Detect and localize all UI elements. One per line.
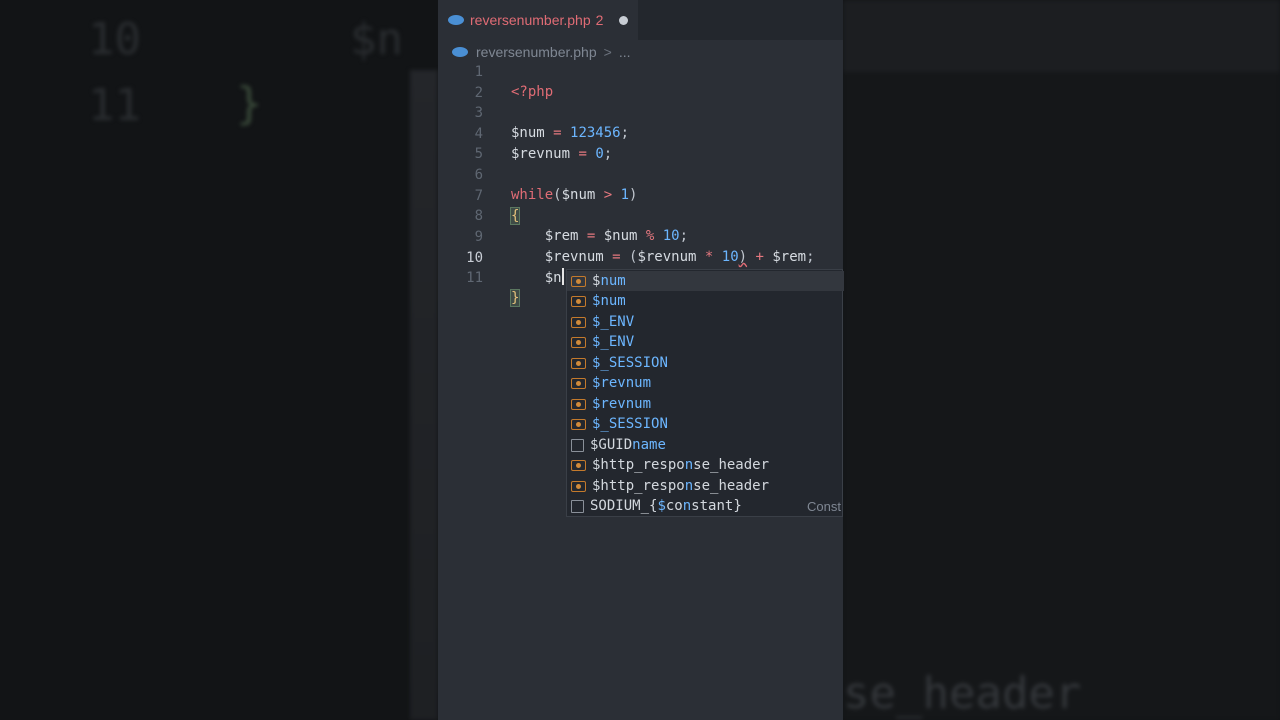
suggestion-item[interactable]: $rev n um: [567, 394, 844, 414]
bg-right-panel: [843, 0, 1280, 720]
suggestion-item[interactable]: $_SESSIO N: [567, 353, 844, 373]
variable-icon: [571, 459, 586, 471]
constant-icon: [571, 438, 584, 452]
autocomplete-suggestions[interactable]: $ n um $ n um $_E N V $_E N V $_SESSIO N $rev n um …: [566, 269, 844, 517]
line-number: 11: [466, 270, 483, 286]
line-number: 9: [474, 229, 483, 245]
tab-filename: reversenumber.php: [470, 12, 591, 28]
tab-problem-count: 2: [595, 12, 604, 28]
line-number: 2: [474, 85, 483, 101]
suggestion-detail: Const: [807, 498, 841, 514]
suggestion-item[interactable]: $http_respo n se_header: [567, 476, 844, 496]
line-number: 7: [474, 188, 483, 204]
variable-icon: [571, 377, 586, 389]
suggestion-item[interactable]: $GUID n ame: [567, 435, 844, 455]
line-number: 6: [474, 167, 483, 183]
line-number: 4: [474, 126, 483, 142]
tab-reversenumber-php[interactable]: reversenumber.php 2: [438, 0, 638, 40]
line-number-active: 10: [466, 250, 483, 266]
suggestion-item[interactable]: $rev n um: [567, 373, 844, 393]
breadcrumb-more[interactable]: ...: [619, 44, 631, 60]
bg-gutter: [410, 70, 438, 720]
variable-icon: [571, 295, 586, 307]
variable-icon: [571, 316, 586, 328]
line-number: 5: [474, 146, 483, 162]
php-file-icon: [452, 47, 468, 57]
variable-icon: [571, 275, 586, 287]
code-line-11[interactable]: }: [509, 288, 521, 308]
variable-icon: [571, 418, 586, 430]
breadcrumb: reversenumber.php > ...: [452, 43, 631, 61]
suggestion-item[interactable]: SODIUM_{$ co n stant} Const: [567, 496, 844, 516]
unsaved-dot-icon[interactable]: [619, 15, 629, 25]
suggestion-item[interactable]: $ n um: [567, 291, 844, 311]
bg-right-top: [843, 0, 1280, 72]
variable-icon: [571, 336, 586, 348]
line-number: 1: [474, 64, 483, 80]
suggestion-item[interactable]: $_SESSIO N: [567, 414, 844, 434]
suggestion-item[interactable]: $_E N V: [567, 332, 844, 352]
suggestion-item[interactable]: $http_respo n se_header: [567, 455, 844, 475]
bg-line-number-10: 10: [88, 14, 141, 65]
variable-icon: [571, 480, 586, 492]
bg-line-number-11: 11: [88, 80, 141, 131]
breadcrumb-file[interactable]: reversenumber.php: [476, 44, 597, 60]
variable-icon: [571, 357, 586, 369]
bg-bottom-text: se_header: [843, 668, 1082, 719]
suggestion-item[interactable]: $_E N V: [567, 312, 844, 332]
variable-icon: [571, 398, 586, 410]
line-number: 8: [474, 208, 483, 224]
chevron-right-icon: >: [603, 44, 612, 60]
constant-icon: [571, 499, 584, 513]
bg-var: $n: [350, 14, 403, 65]
tab-bar: reversenumber.php 2: [438, 0, 843, 40]
suggestion-item[interactable]: $ n um: [567, 271, 844, 291]
line-number: 3: [474, 105, 483, 121]
bg-brace: }: [236, 78, 263, 129]
php-file-icon: [448, 15, 464, 25]
